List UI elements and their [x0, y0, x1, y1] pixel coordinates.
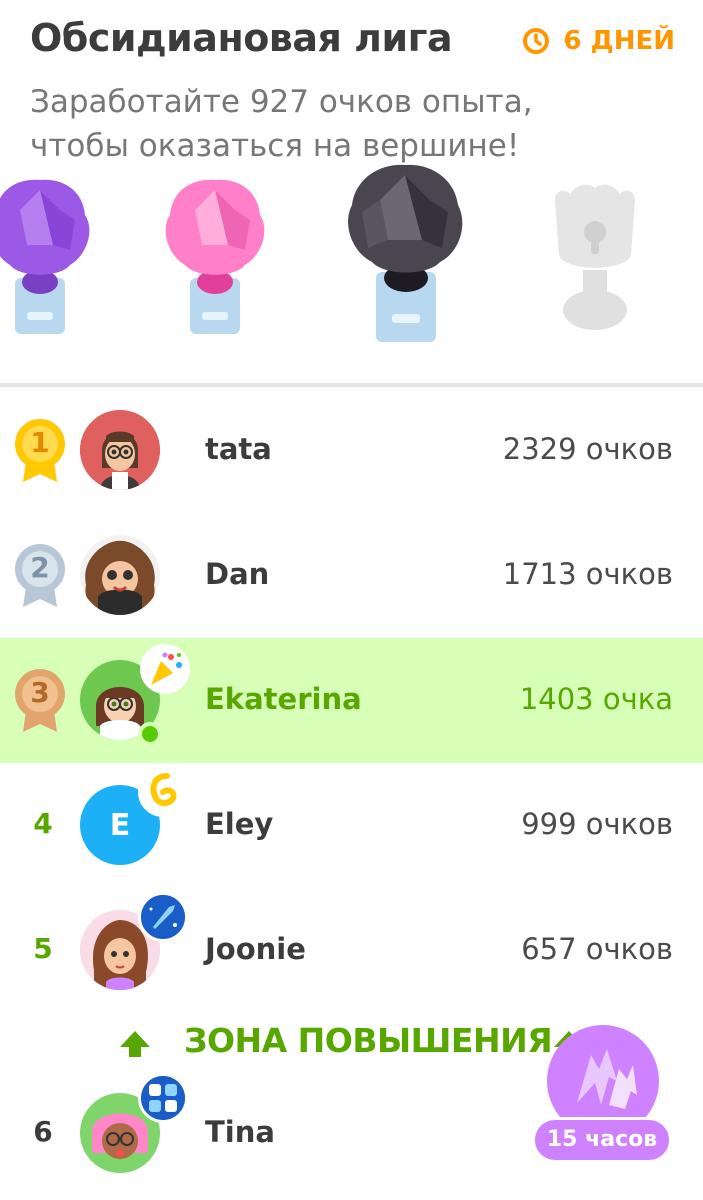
timer-label: 6 ДНЕЙ	[563, 26, 675, 56]
rank-number: 6	[33, 1115, 53, 1148]
rank-number: 5	[33, 932, 53, 965]
streak-badge-icon	[138, 767, 188, 817]
subtitle-line-1: Заработайте 927 очков опыта,	[30, 84, 533, 120]
year-2023-badge-icon	[138, 1073, 188, 1123]
clock-icon	[523, 28, 550, 54]
league-subtitle: Заработайте 927 очков опыта, чтобы оказа…	[30, 80, 670, 168]
rank-number: 2	[30, 551, 50, 584]
leaderboard-row-4[interactable]: 4 E Eley 999 очков	[0, 763, 703, 888]
avatar[interactable]	[80, 535, 160, 615]
online-indicator	[138, 722, 162, 746]
league-trophies	[0, 160, 703, 350]
league-title: Обсидиановая лига	[30, 16, 453, 60]
locked-trophy-icon[interactable]	[535, 160, 665, 350]
leaderboard-row-5[interactable]: 5 Joonie 657 очков	[0, 888, 703, 1013]
user-name: Eley	[205, 807, 274, 841]
user-name: Ekaterina	[205, 682, 362, 716]
league-header: Обсидиановая лига 6 ДНЕЙ Заработайте 927…	[0, 0, 703, 385]
rank-number: 3	[30, 676, 50, 709]
leaderboard-row-2[interactable]: 2 Dan 1713 очков	[0, 513, 703, 638]
promotion-zone-label: ЗОНА ПОВЫШЕНИЯ	[184, 1021, 553, 1060]
up-arrow-icon	[120, 1031, 150, 1057]
rank-number: 4	[33, 807, 53, 840]
amethyst-trophy-icon[interactable]	[0, 160, 105, 350]
celebration-badge-icon	[140, 644, 190, 694]
leaderboard-row-1[interactable]: 1 tata 2329 очков	[0, 388, 703, 513]
user-name: Dan	[205, 557, 270, 591]
avatar[interactable]	[80, 410, 160, 490]
user-name: Joonie	[205, 932, 306, 966]
pink-trophy-icon[interactable]	[150, 160, 280, 350]
rocket-badge-icon	[138, 892, 188, 942]
rank-number: 1	[30, 426, 50, 459]
leaderboard-row-3-current-user[interactable]: 3 Ekaterina 1403 очка	[0, 638, 703, 763]
user-name: tata	[205, 432, 272, 466]
obsidian-trophy-icon[interactable]	[340, 160, 470, 350]
user-score: 999 очков	[521, 807, 673, 841]
user-score: 1713 очков	[502, 557, 673, 591]
user-name: Tina	[205, 1115, 275, 1149]
avatar-letter: E	[109, 807, 131, 843]
league-timer: 6 ДНЕЙ	[521, 26, 675, 56]
header-divider	[0, 383, 703, 387]
user-score: 1403 очка	[519, 682, 673, 716]
user-score: 2329 очков	[502, 432, 673, 466]
user-score: 657 очков	[521, 932, 673, 966]
xp-boost-button[interactable]: 15 часов	[530, 1025, 675, 1170]
xp-boost-timer-label: 15 часов	[532, 1117, 672, 1163]
